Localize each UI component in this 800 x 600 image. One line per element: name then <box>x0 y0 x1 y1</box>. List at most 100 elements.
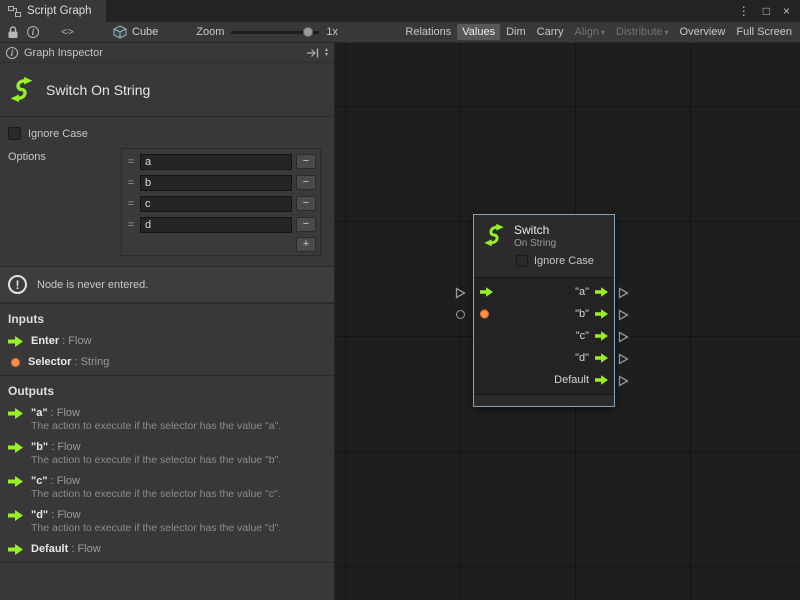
port-d-label: "d" <box>575 352 589 364</box>
drag-handle-icon[interactable]: = <box>126 177 136 189</box>
cube-icon <box>113 25 127 39</box>
port-type: Flow <box>57 475 80 487</box>
zoom-slider[interactable] <box>231 31 319 34</box>
inspector-toggle-button[interactable]: i <box>23 24 43 40</box>
window-menu-icon[interactable]: ⋮ <box>738 4 750 18</box>
port-default-flow-icon[interactable] <box>595 375 608 385</box>
hollow-triangle-icon <box>455 287 466 299</box>
zoom-slider-thumb[interactable] <box>303 27 313 37</box>
drag-handle-icon[interactable]: = <box>126 156 136 168</box>
port-row-c: "c" <box>474 325 614 347</box>
enter-flow-port[interactable] <box>480 287 493 297</box>
hollow-triangle-icon <box>618 287 629 299</box>
distribute-button[interactable]: Distribute▾ <box>611 24 673 40</box>
tab-script-graph[interactable]: Script Graph <box>0 0 106 22</box>
relations-button[interactable]: Relations <box>400 24 456 40</box>
option-input-c[interactable] <box>140 196 292 212</box>
node-title: Switch <box>514 223 556 237</box>
close-icon[interactable]: × <box>783 4 790 18</box>
node-ignore-case-row: Ignore Case <box>516 255 608 267</box>
flow-port-icon <box>8 476 23 487</box>
port-d-flow-icon[interactable] <box>595 353 608 363</box>
node-ignore-case-checkbox[interactable] <box>516 255 528 267</box>
port-name: "c" <box>31 475 48 487</box>
output-d-connector[interactable] <box>618 353 629 365</box>
selector-value-port[interactable] <box>480 310 489 319</box>
selector-value-connector[interactable] <box>456 310 465 319</box>
dock-panel-icon[interactable] <box>307 48 319 58</box>
output-port-row: "b" : Flow <box>8 441 326 453</box>
overview-button[interactable]: Overview <box>675 24 731 40</box>
drag-handle-icon[interactable]: = <box>126 219 136 231</box>
inspector-header: i Graph Inspector ▴ ▾ <box>0 43 334 63</box>
drag-handle-icon[interactable]: = <box>126 198 136 210</box>
carry-button[interactable]: Carry <box>532 24 569 40</box>
output-c-connector[interactable] <box>618 331 629 343</box>
port-row-default: Default <box>474 369 614 391</box>
edit-script-button[interactable]: <∙> <box>57 24 77 40</box>
port-row-b: "b" <box>474 303 614 325</box>
node-header: Switch On String Ignore Case <box>474 215 614 277</box>
switch-node-icon <box>482 223 506 247</box>
lock-button[interactable] <box>3 24 23 40</box>
flow-port-icon <box>8 510 23 521</box>
info-icon: i <box>6 47 18 59</box>
align-button[interactable]: Align▾ <box>570 24 610 40</box>
output-default-connector[interactable] <box>618 375 629 387</box>
flow-port-icon <box>8 336 23 347</box>
port-type: Flow <box>57 441 80 453</box>
port-c-flow-icon[interactable] <box>595 331 608 341</box>
port-type: Flow <box>57 509 80 521</box>
option-input-b[interactable] <box>140 175 292 191</box>
input-port-row: Selector : String <box>8 356 326 368</box>
add-option-button[interactable]: + <box>296 237 316 252</box>
ignore-case-checkbox[interactable] <box>8 127 21 140</box>
port-type: String <box>81 356 110 368</box>
port-a-label: "a" <box>575 286 589 298</box>
port-row-a: "a" <box>474 281 614 303</box>
hollow-triangle-icon <box>618 353 629 365</box>
outputs-header: Outputs <box>8 384 326 398</box>
port-b-flow-icon[interactable] <box>595 309 608 319</box>
graph-target[interactable]: Cube <box>113 25 158 39</box>
option-row: = − <box>124 214 318 235</box>
port-type: Flow <box>68 335 91 347</box>
warning-text: Node is never entered. <box>37 279 148 291</box>
maximize-icon[interactable]: □ <box>763 4 770 18</box>
zoom-value: 1x <box>326 26 338 38</box>
zoom-control: Zoom 1x <box>196 26 338 38</box>
scroll-spinner[interactable]: ▴ ▾ <box>325 48 328 58</box>
option-row: = − <box>124 172 318 193</box>
graph-toolbar: i <∙> Cube Zoom 1x Relations Values Dim … <box>0 22 800 43</box>
node-ignore-case-label: Ignore Case <box>534 255 594 267</box>
remove-option-button[interactable]: − <box>296 154 316 169</box>
option-row: = − <box>124 151 318 172</box>
port-c-label: "c" <box>576 330 589 342</box>
remove-option-button[interactable]: − <box>296 196 316 211</box>
dim-button[interactable]: Dim <box>501 24 531 40</box>
warning-icon: ! <box>8 275 27 294</box>
values-button[interactable]: Values <box>457 24 500 40</box>
output-a-connector[interactable] <box>618 287 629 299</box>
port-description: The action to execute if the selector ha… <box>31 420 326 432</box>
outputs-section: Outputs "a" : Flow The action to execute… <box>0 375 334 563</box>
port-type: Flow <box>77 543 100 555</box>
target-label: Cube <box>132 26 158 38</box>
chevron-down-icon: ▾ <box>665 28 669 37</box>
option-input-a[interactable] <box>140 154 292 170</box>
chevron-down-icon: ▾ <box>601 28 605 37</box>
fullscreen-button[interactable]: Full Screen <box>731 24 797 40</box>
script-graph-window: Script Graph ⋮ □ × i <∙> Cube Zoom 1x <box>0 0 800 600</box>
output-b-connector[interactable] <box>618 309 629 321</box>
script-graph-icon <box>8 6 21 17</box>
remove-option-button[interactable]: − <box>296 217 316 232</box>
port-name: "a" <box>31 407 48 419</box>
switch-on-string-node[interactable]: Switch On String Ignore Case "a" <box>473 214 615 407</box>
option-input-d[interactable] <box>140 217 292 233</box>
remove-option-button[interactable]: − <box>296 175 316 190</box>
port-a-flow-icon[interactable] <box>595 287 608 297</box>
enter-flow-connector[interactable] <box>455 287 466 299</box>
graph-canvas[interactable]: Switch On String Ignore Case "a" <box>335 43 800 600</box>
switch-on-string-icon <box>8 76 35 103</box>
hollow-triangle-icon <box>618 309 629 321</box>
